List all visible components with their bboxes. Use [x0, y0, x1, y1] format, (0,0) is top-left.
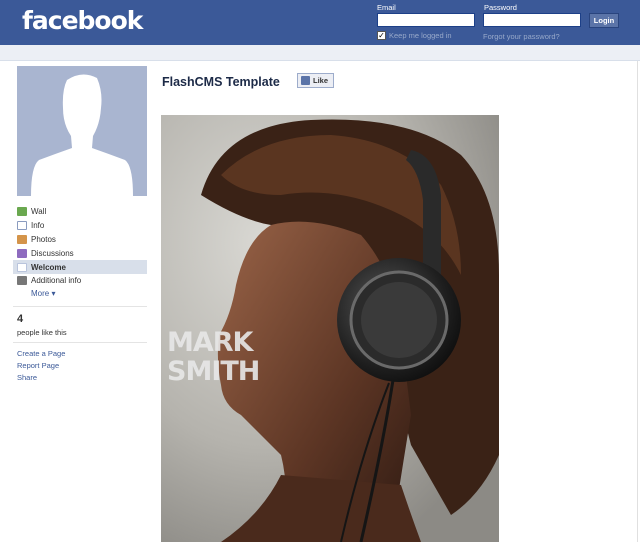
additional-info-icon [17, 276, 27, 286]
discussions-icon [17, 248, 27, 258]
likes-count: 4 [17, 313, 24, 325]
like-button[interactable]: Like [297, 73, 334, 88]
sidebar-item-label: Photos [31, 234, 56, 244]
password-field[interactable] [483, 13, 581, 27]
password-label: Password [484, 3, 517, 12]
top-bar: facebook Email Password Login ✓ Keep me … [0, 0, 640, 45]
forgot-password-link[interactable]: Forgot your password? [483, 32, 560, 41]
facebook-logo[interactable]: facebook [22, 6, 143, 35]
sidebar-item-welcome[interactable]: Welcome [13, 260, 147, 274]
sidebar-item-photos[interactable]: Photos [13, 233, 147, 247]
report-page-link[interactable]: Report Page [17, 361, 59, 370]
keep-logged-in-checkbox[interactable]: ✓ [377, 31, 386, 40]
thumbs-up-icon [301, 76, 310, 85]
photos-icon [17, 234, 27, 244]
welcome-icon [17, 262, 27, 272]
photo-text-line2: SMITH [167, 356, 260, 387]
share-link[interactable]: Share [17, 373, 37, 382]
divider [13, 306, 147, 307]
page-title: FlashCMS Template [162, 75, 280, 89]
sidebar-item-label: Discussions [31, 248, 74, 258]
sidebar-item-additional-info[interactable]: Additional info [13, 274, 147, 288]
create-page-link[interactable]: Create a Page [17, 349, 65, 358]
sidebar-item-label: Additional info [31, 276, 82, 286]
sidebar-item-label: Info [31, 221, 45, 231]
like-label: Like [313, 76, 329, 85]
sub-bar [0, 45, 640, 61]
sidebar-item-info[interactable]: Info [13, 219, 147, 233]
sidebar-item-wall[interactable]: Wall [13, 205, 147, 219]
sidebar-nav: Wall Info Photos Discussions Welcome Add… [13, 205, 147, 298]
more-link[interactable]: More ▾ [13, 289, 147, 298]
featured-photo[interactable]: MARK SMITH [161, 115, 499, 542]
profile-picture[interactable] [17, 66, 147, 196]
email-label: Email [377, 3, 396, 12]
likes-text[interactable]: people like this [17, 328, 67, 337]
wall-icon [17, 207, 27, 217]
right-border [637, 61, 638, 542]
default-profile-silhouette-icon [17, 66, 147, 196]
sidebar-item-label: Welcome [31, 262, 66, 272]
keep-logged-in-label: Keep me logged in [389, 31, 452, 40]
divider [13, 342, 147, 343]
info-icon [17, 221, 27, 231]
keep-logged-in[interactable]: ✓ Keep me logged in [377, 31, 452, 40]
sidebar-item-discussions[interactable]: Discussions [13, 246, 147, 260]
photo-text-line1: MARK [167, 327, 253, 358]
login-button[interactable]: Login [589, 13, 619, 28]
sidebar-item-label: Wall [31, 207, 47, 217]
email-field[interactable] [377, 13, 475, 27]
